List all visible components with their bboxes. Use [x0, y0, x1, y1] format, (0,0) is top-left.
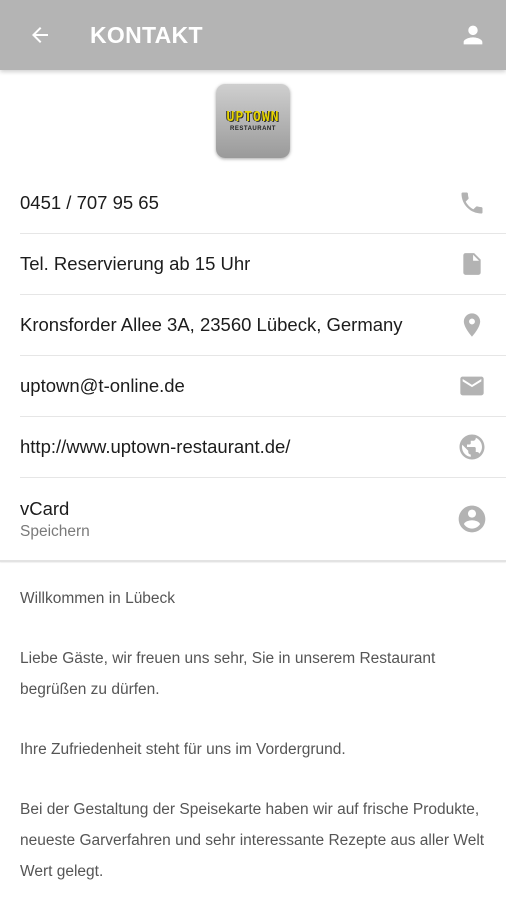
arrow-left-icon[interactable] — [26, 21, 54, 49]
page-title: KONTAKT — [90, 21, 203, 48]
logo-container: UPTOWN RESTAURANT — [0, 84, 506, 158]
phone-number: 0451 / 707 95 65 — [20, 192, 159, 213]
mail-icon[interactable] — [456, 370, 488, 402]
section-divider — [0, 560, 506, 562]
contact-row-address[interactable]: Kronsforder Allee 3A, 23560 Lübeck, Germ… — [20, 295, 506, 356]
contact-list: 0451 / 707 95 65 Tel. Reservierung ab 15… — [0, 173, 506, 562]
app-bar: KONTAKT — [0, 0, 506, 70]
description: Willkommen in Lübeck Liebe Gäste, wir fr… — [20, 583, 490, 916]
phone-icon[interactable] — [456, 187, 488, 219]
account-circle-icon[interactable] — [456, 503, 488, 535]
website-url: http://www.uptown-restaurant.de/ — [20, 436, 291, 457]
location-pin-icon[interactable] — [456, 309, 488, 341]
logo-sub-text: RESTAURANT — [230, 126, 276, 132]
logo-brand-text: UPTOWN — [226, 110, 280, 125]
vcard-save-label: Speichern — [20, 522, 90, 540]
person-icon[interactable] — [458, 20, 488, 50]
contact-row-reservation[interactable]: Tel. Reservierung ab 15 Uhr — [20, 234, 506, 295]
welcome-heading: Willkommen in Lübeck — [20, 590, 176, 607]
reservation-note: Tel. Reservierung ab 15 Uhr — [20, 253, 251, 274]
vcard-text: vCard Speichern — [20, 498, 90, 541]
document-icon — [456, 248, 488, 280]
description-paragraph: Bei der Gestaltung der Speisekarte haben… — [20, 801, 485, 880]
contact-row-phone[interactable]: 0451 / 707 95 65 — [20, 173, 506, 234]
description-paragraph: Ihre Zufriedenheit steht für uns im Vord… — [20, 741, 346, 758]
contact-row-vcard[interactable]: vCard Speichern — [20, 478, 506, 560]
email-address: uptown@t-online.de — [20, 375, 185, 396]
description-paragraph: Liebe Gäste, wir freuen uns sehr, Sie in… — [20, 650, 436, 698]
contact-row-email[interactable]: uptown@t-online.de — [20, 356, 506, 417]
globe-icon[interactable] — [456, 431, 488, 463]
address: Kronsforder Allee 3A, 23560 Lübeck, Germ… — [20, 314, 403, 335]
contact-row-website[interactable]: http://www.uptown-restaurant.de/ — [20, 417, 506, 478]
restaurant-logo: UPTOWN RESTAURANT — [216, 84, 290, 158]
vcard-label: vCard — [20, 497, 70, 519]
